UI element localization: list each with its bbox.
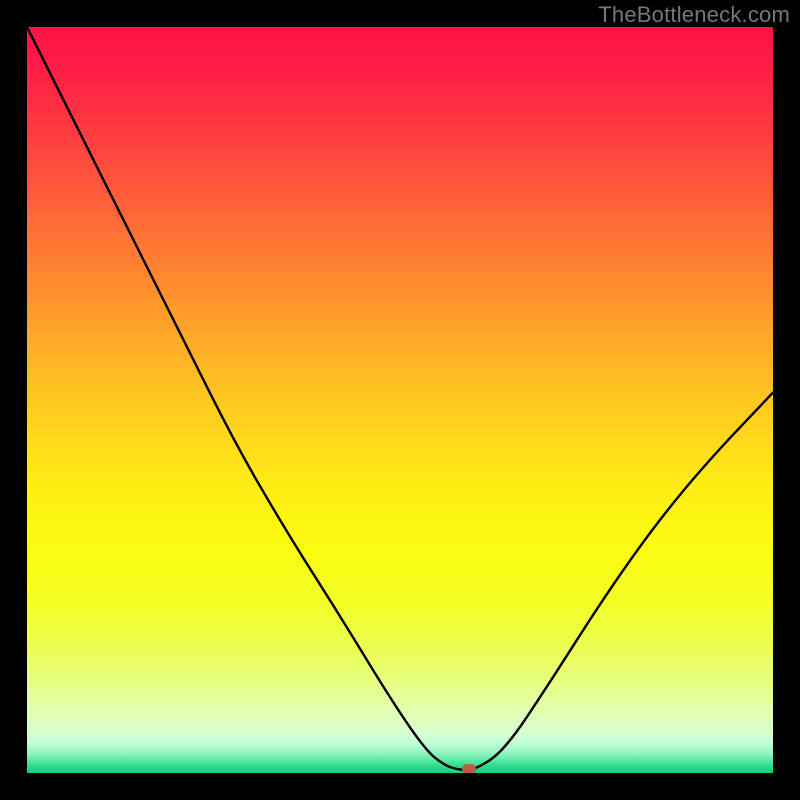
- minimum-marker: [462, 764, 476, 773]
- line-series: [27, 27, 773, 773]
- watermark-text: TheBottleneck.com: [598, 2, 790, 28]
- plot-area: [27, 27, 773, 773]
- curve-path: [27, 27, 773, 770]
- chart-container: TheBottleneck.com: [0, 0, 800, 800]
